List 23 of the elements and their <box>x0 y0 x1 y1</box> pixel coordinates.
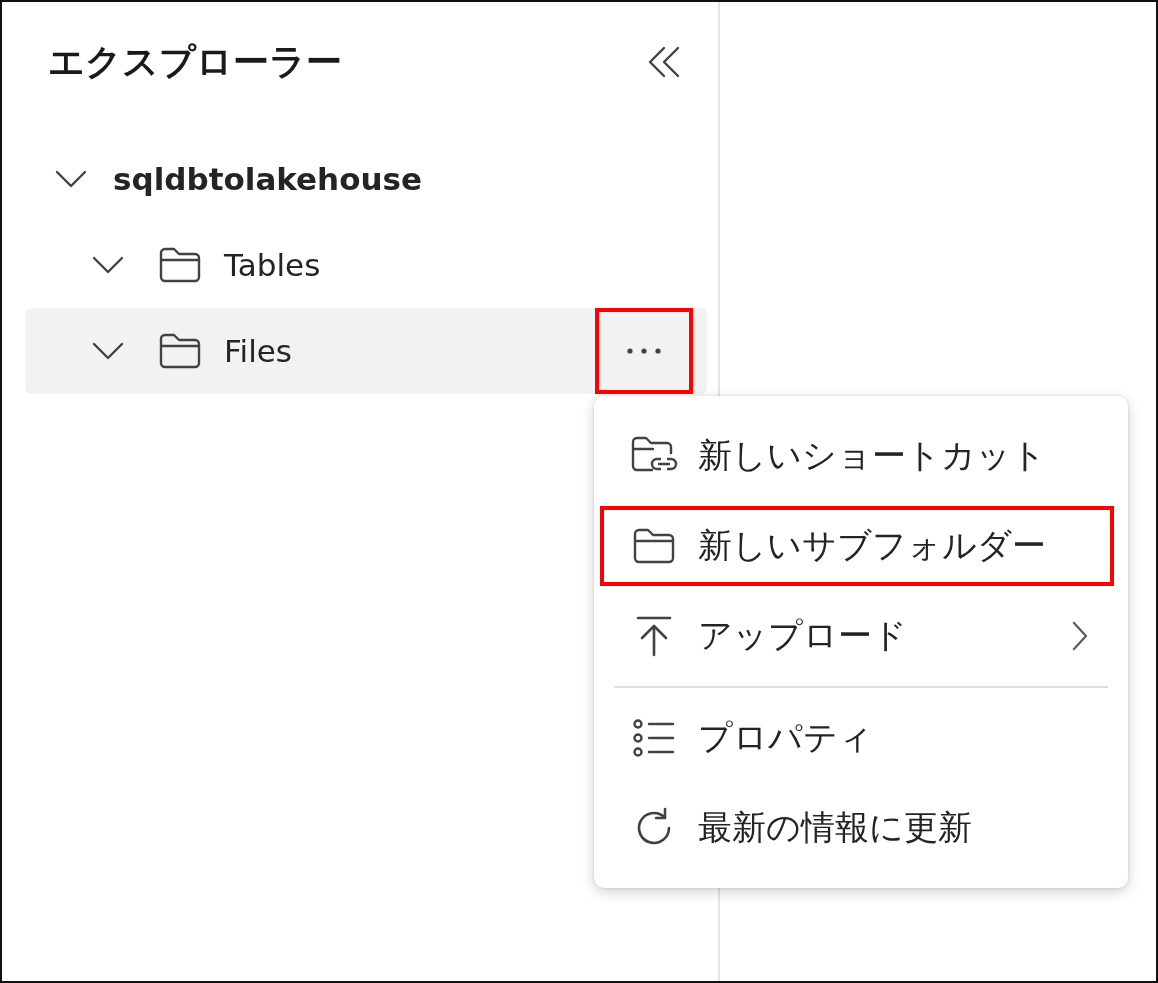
chevron-down-icon[interactable] <box>55 170 87 188</box>
collapse-icon[interactable] <box>648 46 680 78</box>
panel-title: エクスプローラー <box>48 39 343 84</box>
folder-icon <box>158 332 202 370</box>
menu-item[interactable]: プロパティ <box>600 698 1114 778</box>
tree-item-label[interactable]: Files <box>224 333 293 369</box>
tree-item-label[interactable]: sqldbtolakehouse <box>113 161 423 197</box>
chevron-down-icon[interactable] <box>92 256 124 274</box>
chevron-down-icon[interactable] <box>92 342 124 360</box>
menu-item[interactable]: 最新の情報に更新 <box>600 788 1114 868</box>
menu-item[interactable]: 新しいショートカット <box>600 416 1114 496</box>
tree-row[interactable]: sqldbtolakehouse <box>25 136 707 222</box>
folder-icon <box>632 527 676 565</box>
list-icon <box>632 718 676 758</box>
folder-icon <box>158 246 202 284</box>
tree-row[interactable]: Files <box>25 308 707 394</box>
more-icon <box>626 348 662 354</box>
tree-row[interactable]: Tables <box>25 222 707 308</box>
tree-item-label[interactable]: Tables <box>224 247 321 283</box>
upload-icon <box>634 615 674 657</box>
menu-item[interactable]: 新しいサブフォルダー <box>600 506 1114 586</box>
menu-item[interactable]: アップロード <box>600 596 1114 676</box>
more-button[interactable] <box>595 308 693 394</box>
